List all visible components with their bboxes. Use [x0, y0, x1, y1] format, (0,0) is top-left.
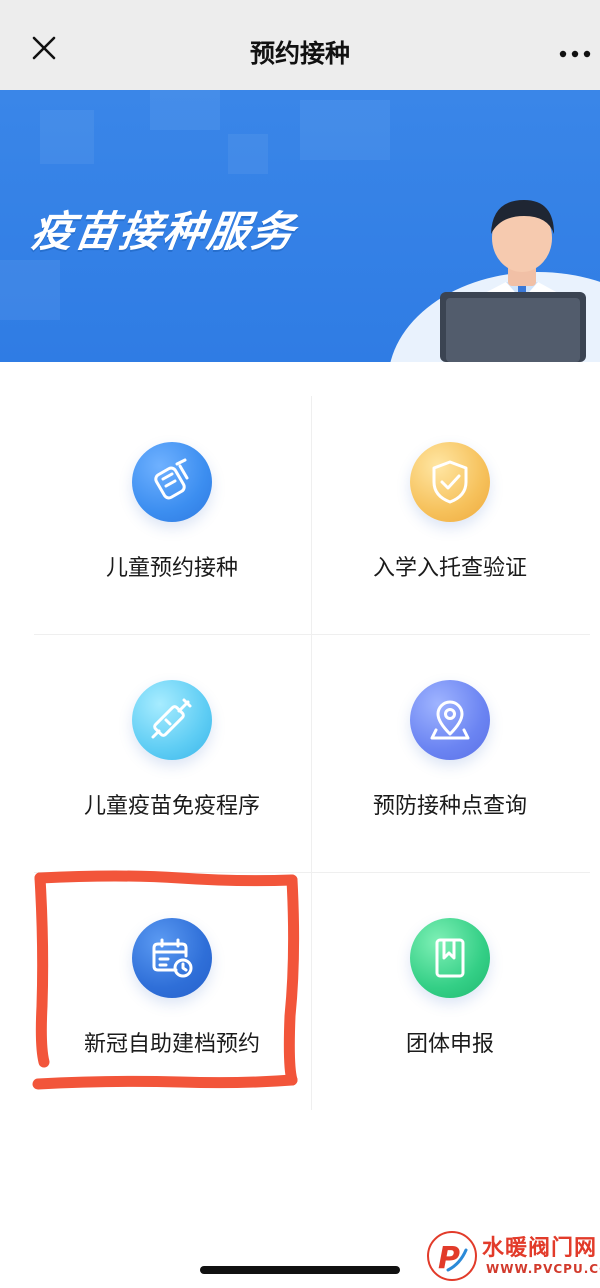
- syringe-icon: [132, 680, 212, 760]
- service-label: 入学入托查验证: [372, 556, 527, 581]
- more-options-icon[interactable]: [558, 44, 592, 64]
- service-banner: 疫苗接种服务: [0, 90, 600, 362]
- service-group-declaration[interactable]: 团体申报: [312, 872, 588, 1110]
- page-title: 预约接种: [249, 39, 350, 68]
- service-label: 儿童预约接种: [105, 556, 238, 581]
- shield-check-icon: [410, 442, 490, 522]
- top-bar: 预约接种: [0, 0, 600, 90]
- calendar-clock-icon: [132, 918, 212, 998]
- service-child-vaccination-booking[interactable]: 儿童预约接种: [34, 396, 310, 634]
- service-label: 儿童疫苗免疫程序: [83, 794, 260, 819]
- syringe-vial-icon: [132, 442, 212, 522]
- service-label: 预防接种点查询: [372, 794, 527, 819]
- service-label: 团体申报: [405, 1032, 494, 1057]
- home-indicator[interactable]: [200, 1266, 400, 1274]
- location-pin-icon: [410, 680, 490, 760]
- service-vaccination-site-search[interactable]: 预防接种点查询: [312, 634, 588, 872]
- bookmark-book-icon: [410, 918, 490, 998]
- watermark-logo-icon: P: [427, 1231, 477, 1281]
- doctor-illustration: [390, 200, 600, 362]
- service-enrollment-verification[interactable]: 入学入托查验证: [312, 396, 588, 634]
- watermark-brand: 水暖阀门网: [482, 1236, 598, 1261]
- service-immunization-schedule[interactable]: 儿童疫苗免疫程序: [34, 634, 310, 872]
- close-icon[interactable]: [26, 30, 62, 66]
- watermark-url: WWW.PVCPU.COM: [486, 1262, 600, 1276]
- banner-title: 疫苗接种服务: [28, 207, 300, 256]
- service-label: 新冠自助建档预约: [83, 1032, 260, 1057]
- service-covid-self-registration[interactable]: 新冠自助建档预约: [34, 872, 310, 1110]
- watermark: P 水暖阀门网 WWW.PVCPU.COM: [420, 1224, 600, 1288]
